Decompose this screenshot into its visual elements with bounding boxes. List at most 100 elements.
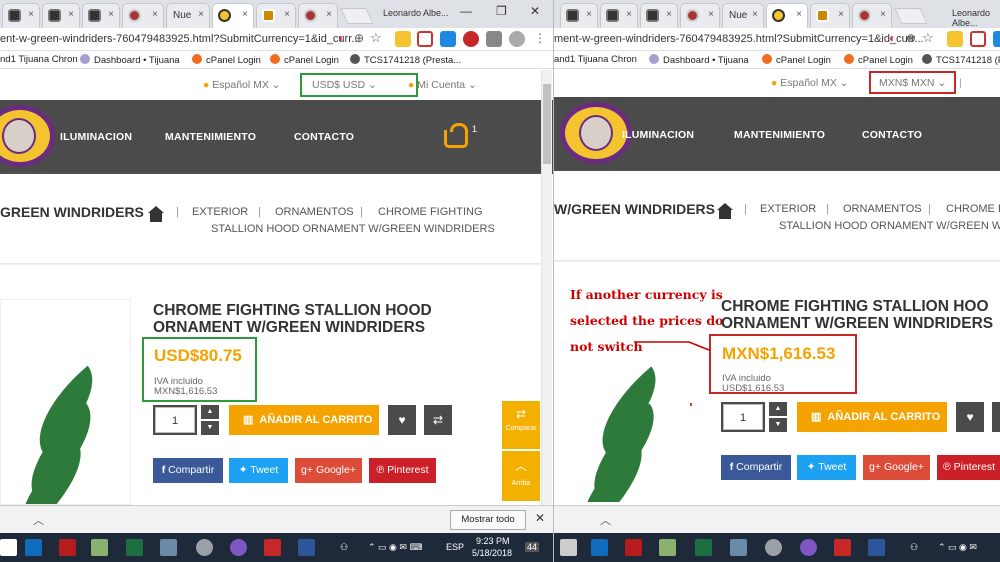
menu-icon[interactable]: ⋮ (532, 31, 548, 47)
scroll-top-button[interactable]: ︿ Arriba (502, 451, 540, 501)
outlook-icon[interactable] (25, 539, 42, 556)
close-window-icon[interactable]: ✕ (530, 4, 540, 18)
download-icon[interactable] (993, 31, 1000, 47)
compare-button[interactable]: ⇄ (424, 405, 452, 435)
twitter-share-button[interactable]: ✦ Tweet (797, 455, 856, 480)
bookmark-item[interactable]: cPanel Login (844, 54, 913, 66)
scrollbar-thumb[interactable] (543, 84, 551, 164)
language-selector[interactable]: ● Español MX ⌄ (771, 77, 849, 89)
pinterest-icon[interactable] (463, 31, 479, 47)
breadcrumb-exterior[interactable]: EXTERIOR (760, 203, 816, 215)
close-tab-icon[interactable]: × (284, 9, 290, 20)
breadcrumb-ornamentos[interactable]: ORNAMENTOS (275, 206, 354, 218)
nav-contacto[interactable]: CONTACTO (862, 129, 922, 141)
quantity-input[interactable]: 1 (155, 407, 195, 433)
minimize-icon[interactable]: — (460, 4, 472, 18)
currency-selector[interactable]: MXN$ MXN ⌄ (879, 77, 946, 89)
paint-icon[interactable] (196, 539, 213, 556)
home-icon[interactable] (717, 203, 733, 219)
extension-icon[interactable] (509, 31, 525, 47)
zoom-icon[interactable]: ⊕ (906, 31, 916, 45)
bookmark-item[interactable]: nd1 Tijuana Chron (0, 54, 78, 65)
browser-tab[interactable]: × (852, 3, 892, 28)
close-tab-icon[interactable]: × (708, 9, 714, 20)
cart-icon[interactable] (444, 123, 468, 148)
close-tab-icon[interactable]: × (326, 9, 332, 20)
clock-date[interactable]: 5/18/2018 (472, 548, 512, 558)
browser-tab[interactable]: × (82, 3, 120, 28)
bookmark-item[interactable]: cPanel Login (762, 54, 831, 66)
cookie-icon[interactable]: ◐ (889, 31, 896, 45)
windows-start-icon[interactable] (0, 539, 17, 556)
breadcrumb-exterior[interactable]: EXTERIOR (192, 206, 248, 218)
bookmark-item[interactable]: Dashboard • Tijuana (80, 54, 180, 66)
paint-icon[interactable] (765, 539, 782, 556)
add-to-cart-button[interactable]: ▥ AÑADIR AL CARRITO (797, 402, 947, 432)
product-image[interactable] (0, 299, 131, 505)
quantity-down-icon[interactable]: ▼ (201, 421, 219, 435)
people-icon[interactable]: ⚇ (340, 542, 348, 553)
close-tab-icon[interactable]: × (108, 9, 114, 20)
language-indicator[interactable]: ESP (446, 542, 464, 552)
quantity-input[interactable]: 1 (723, 404, 763, 430)
bookmark-item[interactable]: TCS1741218 (Presta... (350, 54, 461, 66)
tray-icons[interactable]: ⌃ ▭ ◉ ✉ ⌨ (368, 542, 422, 553)
nav-contacto[interactable]: CONTACTO (294, 131, 354, 143)
word-icon[interactable] (298, 539, 315, 556)
browser-tab[interactable]: × (680, 3, 720, 28)
quantity-up-icon[interactable]: ▲ (201, 405, 219, 419)
quantity-up-icon[interactable]: ▲ (769, 402, 787, 416)
nav-iluminacion[interactable]: ILUMINACION (60, 131, 132, 143)
pocket-icon[interactable] (970, 31, 986, 47)
excel-icon[interactable] (695, 539, 712, 556)
quantity-down-icon[interactable]: ▼ (769, 418, 787, 432)
close-tab-icon[interactable]: × (586, 9, 592, 20)
word-icon[interactable] (868, 539, 885, 556)
browser-tab[interactable]: × (42, 3, 80, 28)
pinterest-share-button[interactable]: ℗ Pinterest (369, 458, 436, 483)
tray-icons[interactable]: ⌃ ▭ ◉ ✉ (938, 542, 977, 553)
close-tab-icon[interactable]: × (28, 9, 34, 20)
bookmark-item[interactable]: cPanel Login (270, 54, 339, 66)
close-tab-icon[interactable]: × (838, 9, 844, 20)
acrobat-icon[interactable] (834, 539, 851, 556)
notepad-icon[interactable] (730, 539, 747, 556)
extension-icon[interactable] (947, 31, 963, 47)
bookmark-item[interactable]: TCS1741218 (Presta... (922, 54, 1000, 66)
new-tab-button[interactable] (894, 8, 928, 24)
add-to-cart-button[interactable]: ▥ AÑADIR AL CARRITO (229, 405, 379, 435)
app-icon[interactable] (230, 539, 247, 556)
bookmark-item[interactable]: and1 Tijuana Chron (554, 54, 637, 65)
close-tab-icon[interactable]: × (626, 9, 632, 20)
chevron-up-icon[interactable]: ︿ (600, 512, 611, 528)
notepad-icon[interactable] (160, 539, 177, 556)
url-text[interactable]: ment-w-green-windriders-760479483925.htm… (554, 33, 924, 45)
close-tab-icon[interactable]: × (242, 9, 248, 20)
bookmark-item[interactable]: cPanel Login (192, 54, 261, 66)
close-tab-icon[interactable]: × (752, 9, 758, 20)
filezilla-icon[interactable] (625, 539, 642, 556)
nav-mantenimiento[interactable]: MANTENIMIENTO (165, 131, 256, 143)
download-icon[interactable] (440, 31, 456, 47)
browser-tab-new[interactable]: Nue × (166, 3, 210, 28)
bookmark-item[interactable]: Dashboard • Tijuana (649, 54, 749, 66)
quantity-stepper[interactable]: 1 (721, 402, 765, 432)
devtools-icon[interactable] (486, 31, 502, 47)
browser-tab[interactable]: × (122, 3, 164, 28)
twitter-share-button[interactable]: ✦ Tweet (229, 458, 288, 483)
googleplus-share-button[interactable]: g+ Google+ (295, 458, 362, 483)
show-all-button[interactable]: Mostrar todo (450, 510, 526, 530)
facebook-share-button[interactable]: f Compartir (721, 455, 791, 480)
chevron-up-icon[interactable]: ︿ (33, 512, 44, 528)
facebook-share-button[interactable]: f Compartir (153, 458, 223, 483)
pocket-icon[interactable] (417, 31, 433, 47)
googleplus-share-button[interactable]: g+ Google+ (863, 455, 930, 480)
people-icon[interactable]: ⚇ (910, 542, 918, 553)
app-icon[interactable] (800, 539, 817, 556)
filezilla-icon[interactable] (59, 539, 76, 556)
browser-tab[interactable]: × (2, 3, 40, 28)
image-viewer-icon[interactable] (91, 539, 108, 556)
breadcrumb-ornamentos[interactable]: ORNAMENTOS (843, 203, 922, 215)
notification-count[interactable]: 44 (525, 542, 540, 552)
browser-tab-new[interactable]: Nue × (722, 3, 764, 28)
